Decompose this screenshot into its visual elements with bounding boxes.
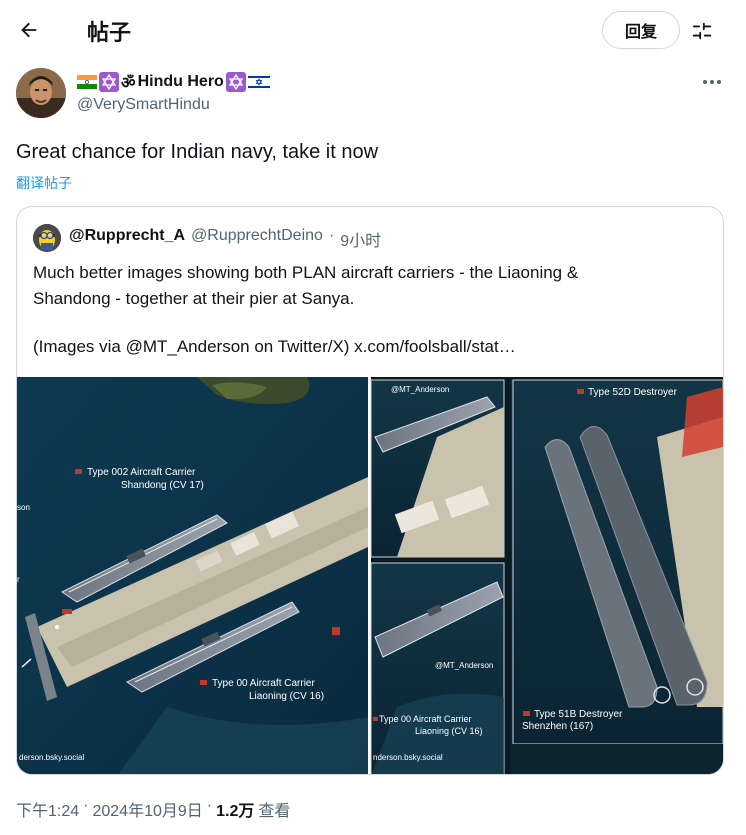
label-shandong-name: Shandong (CV 17) <box>121 480 204 491</box>
middle-top-satellite-panel: @MT_Anderson <box>370 379 505 558</box>
israel-flag-icon <box>247 74 270 90</box>
quoted-post-header: @Rupprecht_A @RupprechtDeino · 9小时 <box>69 227 381 251</box>
filter-settings-button[interactable] <box>686 15 718 47</box>
quoted-post-text: Much better images showing both PLAN air… <box>33 260 673 360</box>
satellite-image-collage[interactable]: Type 002 Aircraft Carrier Shandong (CV 1… <box>17 377 724 775</box>
post-meta: 下午1:24 · 2024年10月9日 · 1.2万 查看 <box>16 797 290 821</box>
middle-bottom-satellite-panel: @MT_Anderson Type 00 Aircraft Carrier Li… <box>370 562 505 774</box>
author-name-text: Hindu Hero <box>137 73 224 90</box>
star-of-david-icon <box>99 72 119 92</box>
separator-dot: · <box>328 227 335 244</box>
quoted-text-line: Much better images showing both PLAN air… <box>33 263 579 282</box>
author-avatar[interactable] <box>16 68 66 118</box>
om-symbol-icon: ॐ <box>121 73 136 92</box>
reply-button[interactable]: 回复 <box>602 11 680 49</box>
view-count-label: 查看 <box>258 803 291 820</box>
quoted-author-avatar[interactable] <box>33 224 61 252</box>
label-shenzhen: Shenzhen (167) <box>522 721 593 732</box>
image-credit-mid-bottom: @MT_Anderson <box>435 661 493 670</box>
label-liaoning-name: Liaoning (CV 16) <box>249 691 324 702</box>
image-credit-left: derson.bsky.social <box>19 753 84 762</box>
label-liaoning-type: Type 00 Aircraft Carrier <box>212 678 315 689</box>
sliders-icon <box>692 22 712 40</box>
quoted-text-line: (Images via @MT_Anderson on Twitter/X) x… <box>33 337 516 356</box>
top-bar: 帖子 回复 <box>0 0 746 62</box>
author-name-row: ॐ Hindu Hero <box>77 70 270 94</box>
more-options-button[interactable] <box>696 68 728 96</box>
back-button[interactable] <box>12 13 46 47</box>
image-credit-top-mid: @MT_Anderson <box>391 385 449 394</box>
quoted-author-handle[interactable]: @RupprechtDeino <box>191 227 323 251</box>
india-flag-icon <box>77 75 97 89</box>
author-display-name[interactable]: ॐ Hindu Hero <box>77 71 270 93</box>
label-mid-liaoning-type: Type 00 Aircraft Carrier <box>379 714 472 724</box>
quoted-text-line: Shandong - together at their pier at San… <box>33 289 355 308</box>
label-mid-liaoning-name: Liaoning (CV 16) <box>415 726 483 736</box>
image-credit-mid-bottom-2: nderson.bsky.social <box>373 753 443 762</box>
left-satellite-panel: Type 002 Aircraft Carrier Shandong (CV 1… <box>17 377 368 774</box>
label-edge-son: son <box>17 503 30 512</box>
star-of-david-icon <box>225 72 246 92</box>
label-shandong-type: Type 002 Aircraft Carrier <box>87 467 196 478</box>
separator-dot: · <box>83 797 89 814</box>
quoted-post-time[interactable]: 9小时 <box>340 227 381 251</box>
quoted-post-card[interactable]: @Rupprecht_A @RupprechtDeino · 9小时 Much … <box>16 206 724 775</box>
label-type-52d: Type 52D Destroyer <box>588 387 678 398</box>
post-text: Great chance for Indian navy, take it no… <box>16 141 379 163</box>
separator-dot: · <box>206 797 213 814</box>
view-count: 1.2万 <box>216 803 255 820</box>
translate-post-link[interactable]: 翻译帖子 <box>16 173 72 193</box>
label-edge-r: r <box>17 575 20 584</box>
quoted-author-name[interactable]: @Rupprecht_A <box>69 227 185 251</box>
page-title: 帖子 <box>87 20 132 45</box>
label-type-51b: Type 51B Destroyer <box>534 709 623 720</box>
more-horizontal-icon <box>703 80 721 84</box>
post-time[interactable]: 下午1:24 <box>16 797 79 821</box>
author-handle[interactable]: @VerySmartHindu <box>77 96 210 114</box>
arrow-left-icon <box>21 22 37 38</box>
right-satellite-panel: Type 52D Destroyer Type 51B Destroyer Sh… <box>511 379 723 774</box>
post-date[interactable]: 2024年10月9日 <box>92 797 202 821</box>
